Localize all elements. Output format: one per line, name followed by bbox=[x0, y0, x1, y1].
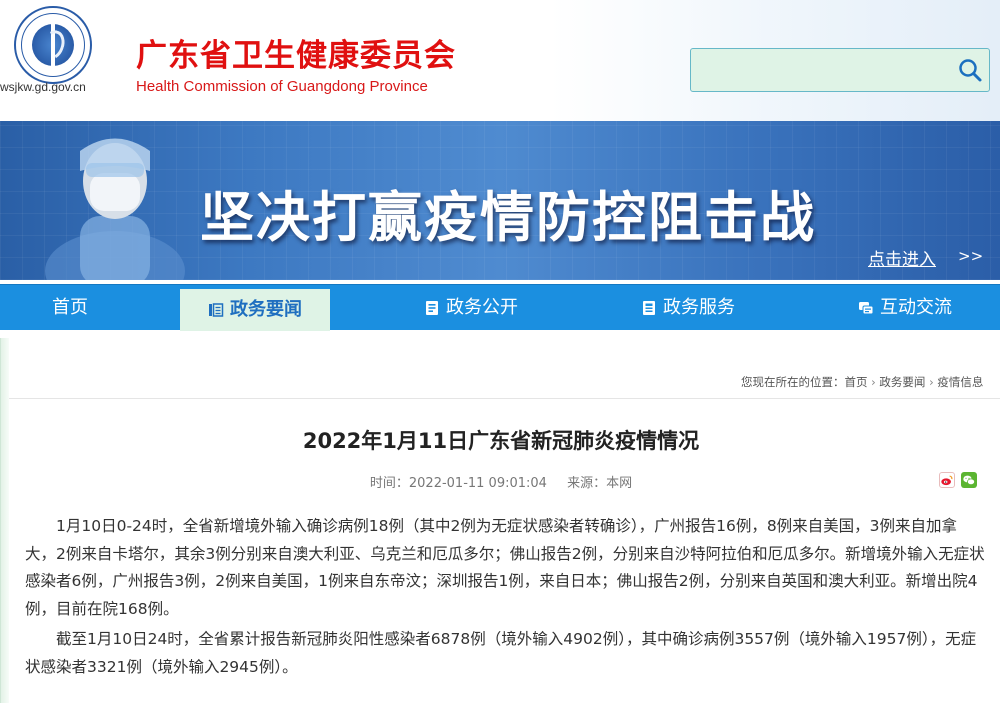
nav-item-label: 互动交流 bbox=[880, 297, 952, 318]
article-paragraph: 1月10日0-24时，全省新增境外输入确诊病例18例（其中2例为无症状感染者转确… bbox=[25, 517, 985, 618]
service-icon bbox=[643, 301, 655, 315]
breadcrumb-separator: › bbox=[925, 375, 938, 389]
article-container: 您现在所在的位置：首页 › 政务要闻 › 疫情信息 2022年1月11日广东省新… bbox=[0, 338, 1000, 703]
banner-enter-link[interactable]: 点击进入 bbox=[868, 245, 936, 270]
document-icon bbox=[426, 301, 438, 315]
nav-item-services[interactable]: 政务服务 bbox=[641, 285, 735, 331]
interaction-icon bbox=[859, 302, 874, 315]
article-source: 来源：本网 bbox=[567, 476, 633, 491]
site-title-cn[interactable]: 广东省卫生健康委员会 bbox=[136, 30, 456, 75]
banner-title: 坚决打赢疫情防控阻击战 bbox=[200, 186, 816, 249]
search-input[interactable] bbox=[690, 48, 990, 92]
breadcrumb-separator: › bbox=[867, 375, 880, 389]
medical-worker-illustration bbox=[45, 138, 185, 280]
weibo-share-icon[interactable] bbox=[939, 472, 955, 488]
nav-item-news[interactable]: 政务要闻 bbox=[180, 289, 330, 331]
site-header: wsjkw.gd.gov.cn 广东省卫生健康委员会 Health Commis… bbox=[0, 0, 1000, 121]
double-chevron-right-icon[interactable]: >> bbox=[958, 247, 983, 265]
nav-item-label: 政务要闻 bbox=[230, 299, 302, 320]
wechat-share-icon[interactable] bbox=[961, 472, 977, 488]
breadcrumb: 您现在所在的位置：首页 › 政务要闻 › 疫情信息 bbox=[741, 374, 983, 390]
article-meta: 时间：2022-01-11 09:01:04 来源：本网 bbox=[1, 472, 1000, 491]
article-paragraph: 截至1月10日24时，全省累计报告新冠肺炎阳性感染者6878例（境外输入4902… bbox=[25, 630, 977, 676]
nav-item-label: 首页 bbox=[52, 297, 88, 318]
epidemic-banner[interactable]: 坚决打赢疫情防控阻击战 bbox=[0, 121, 1000, 280]
divider bbox=[9, 398, 1000, 399]
nav-item-interaction[interactable]: 互动交流 bbox=[858, 285, 952, 331]
decorative-strip bbox=[1, 338, 9, 703]
nav-item-open-government[interactable]: 政务公开 bbox=[424, 285, 518, 331]
article-title: 2022年1月11日广东省新冠肺炎疫情情况 bbox=[302, 429, 700, 453]
breadcrumb-item-home[interactable]: 首页 bbox=[845, 375, 868, 389]
nav-item-home[interactable]: 首页 bbox=[52, 285, 88, 331]
nav-item-label: 政务公开 bbox=[446, 297, 518, 318]
site-title-en: Health Commission of Guangdong Province bbox=[136, 78, 428, 95]
main-nav: 首页 政务要闻 政务公开 政务服务 互动交流 bbox=[0, 284, 1000, 331]
breadcrumb-item-epidemic[interactable]: 疫情信息 bbox=[937, 375, 983, 389]
breadcrumb-prefix: 您现在所在的位置： bbox=[741, 375, 845, 389]
news-icon bbox=[209, 303, 224, 317]
site-domain: wsjkw.gd.gov.cn bbox=[0, 80, 86, 94]
breadcrumb-item-news[interactable]: 政务要闻 bbox=[879, 375, 925, 389]
search-icon[interactable] bbox=[957, 57, 983, 83]
article-body: 1月10日0-24时，全省新增境外输入确诊病例18例（其中2例为无症状感染者转确… bbox=[25, 513, 985, 684]
article-time: 时间：2022-01-11 09:01:04 bbox=[369, 476, 547, 491]
nav-item-label: 政务服务 bbox=[663, 297, 735, 318]
health-commission-emblem[interactable] bbox=[14, 6, 92, 84]
